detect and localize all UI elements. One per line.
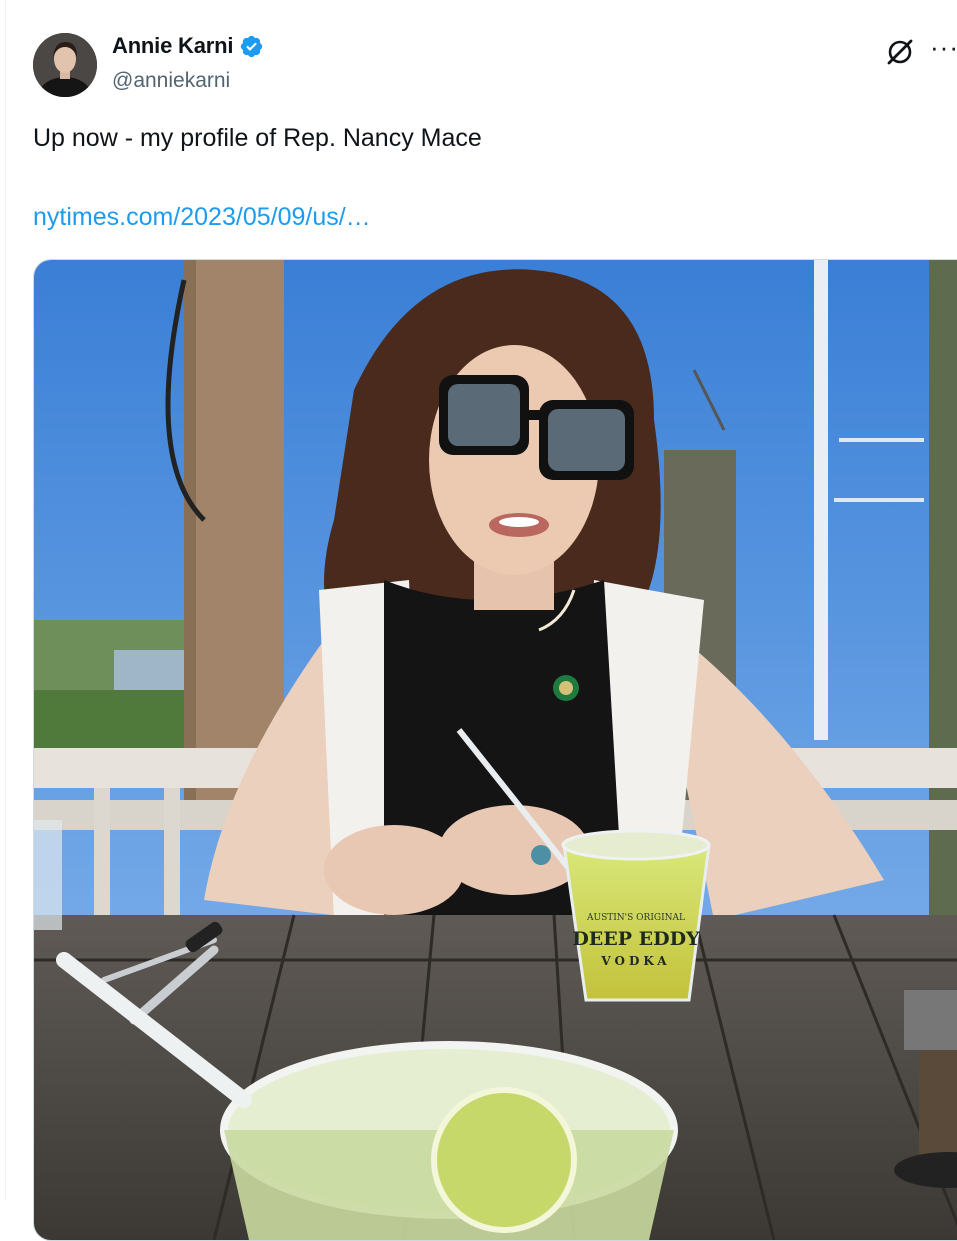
tweet-link[interactable]: nytimes.com/2023/05/09/us/… (33, 203, 371, 232)
tweet-photo[interactable]: AUSTIN'S ORIGINAL DEEP EDDY VODKA (33, 259, 957, 1241)
cup-label-brand: DEEP EDDY (572, 928, 700, 950)
avatar[interactable] (33, 33, 97, 97)
grok-slash-icon (887, 39, 913, 65)
more-options-button[interactable]: ··· (930, 34, 957, 60)
cup-label-small: AUSTIN'S ORIGINAL (586, 913, 685, 923)
author-handle[interactable]: @anniekarni (112, 69, 230, 93)
grok-button[interactable] (884, 36, 916, 68)
verified-badge-icon (241, 35, 263, 57)
author-name-row[interactable]: Annie Karni (112, 33, 264, 59)
author-display-name[interactable]: Annie Karni (112, 33, 233, 59)
photo-illustration: AUSTIN'S ORIGINAL DEEP EDDY VODKA (34, 260, 957, 1240)
timeline-border (5, 0, 6, 1200)
avatar-portrait (33, 33, 97, 97)
tweet-text: Up now - my profile of Rep. Nancy Mace (33, 124, 482, 152)
cup-label-sub: VODKA (600, 954, 670, 968)
